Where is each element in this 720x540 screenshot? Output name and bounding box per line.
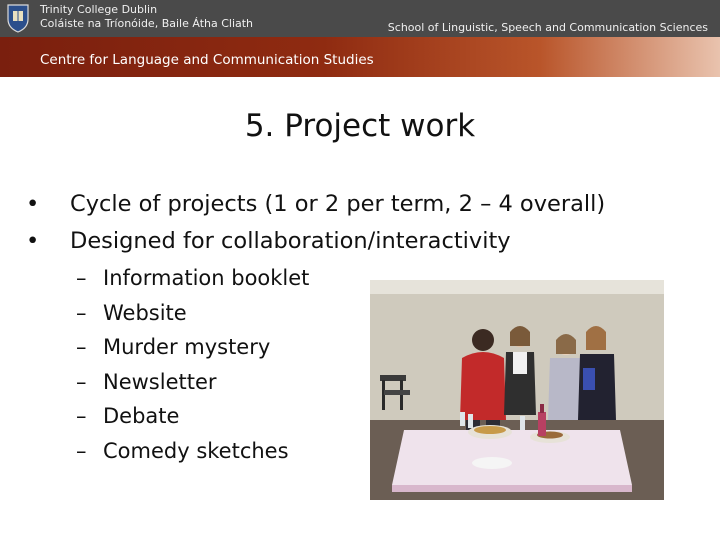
sub-marker: – — [76, 369, 87, 394]
bullet-text: Designed for collaboration/interactivity — [70, 228, 511, 254]
bullet-marker: • — [26, 191, 40, 217]
sub-item: – Comedy sketches — [76, 436, 309, 471]
sub-item: – Website — [76, 298, 309, 333]
sub-marker: – — [76, 300, 87, 325]
school-name: School of Linguistic, Speech and Communi… — [387, 21, 708, 34]
photo-illustration — [370, 280, 664, 500]
sub-text: Information booklet — [103, 266, 310, 290]
bullet-item: • Designed for collaboration/interactivit… — [26, 225, 605, 262]
institution-name: Trinity College Dublin — [40, 3, 158, 16]
sub-list: – Information booklet – Website – Murder my… — [76, 263, 309, 470]
sub-marker: – — [76, 335, 87, 359]
bullet-marker: • — [26, 228, 40, 254]
sub-marker: – — [76, 404, 87, 428]
sub-text: Murder mystery — [103, 335, 271, 359]
sub-text: Debate — [103, 404, 180, 428]
sub-item: – Murder mystery — [76, 332, 309, 367]
sub-item: – Newsletter — [76, 367, 309, 402]
project-photo — [370, 280, 664, 500]
sub-text: Comedy sketches — [103, 438, 289, 463]
sub-marker: – — [76, 266, 87, 290]
bullet-list: • Cycle of projects (1 or 2 per term, 2 –… — [26, 188, 605, 262]
bullet-text: Cycle of projects (1 or 2 per term, 2 – … — [70, 191, 606, 217]
sub-text: Newsletter — [103, 369, 217, 394]
sub-marker: – — [76, 438, 87, 463]
centre-name: Centre for Language and Communication St… — [40, 52, 374, 68]
bullet-item: • Cycle of projects (1 or 2 per term, 2 –… — [26, 188, 605, 225]
slide-title: 5. Project work — [244, 108, 476, 144]
header-bar: Trinity College Dublin Coláiste na Tríon… — [0, 0, 720, 37]
college-crest-icon — [7, 4, 29, 33]
institution-name-irish: Coláiste na Tríonóide, Baile Átha Cliath — [40, 17, 254, 30]
sub-item: – Information booklet — [76, 263, 309, 298]
sub-item: – Debate — [76, 401, 309, 436]
sub-text: Website — [103, 300, 187, 325]
